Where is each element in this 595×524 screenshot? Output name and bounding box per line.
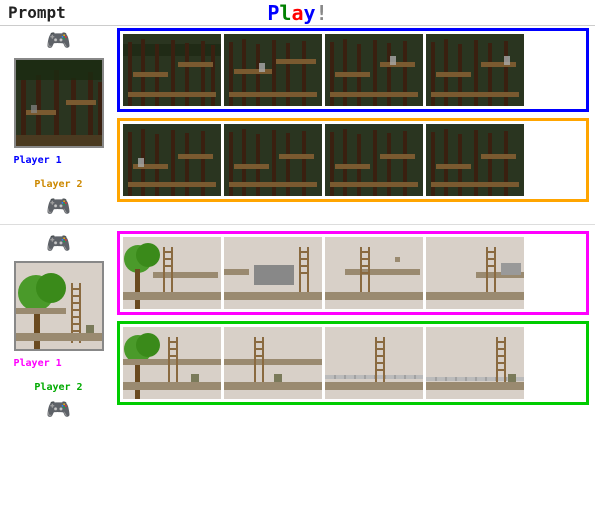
table-row bbox=[426, 124, 524, 196]
forest-frame-p2-1 bbox=[123, 124, 221, 196]
forest-section: 🎮 bbox=[0, 26, 595, 220]
section-divider bbox=[0, 224, 595, 225]
platform-frame-p1-2 bbox=[224, 237, 322, 309]
player2-frames-row bbox=[117, 118, 589, 202]
forest-preview-thumb bbox=[14, 58, 104, 148]
table-row bbox=[123, 237, 221, 309]
forest-preview-panel: 🎮 bbox=[6, 28, 111, 218]
play-y: y bbox=[304, 1, 316, 25]
forest-frames-panel bbox=[117, 28, 589, 218]
platform-preview-svg bbox=[16, 263, 104, 351]
forest-player1-label: Player 1 bbox=[14, 155, 62, 166]
forest-frame-p2-2 bbox=[224, 124, 322, 196]
platform-frame-p1-3 bbox=[325, 237, 423, 309]
table-row bbox=[426, 237, 524, 309]
forest-frame-p1-2 bbox=[224, 34, 322, 106]
platform-frame-p2-3 bbox=[325, 327, 423, 399]
forest-frame-p2-3 bbox=[325, 124, 423, 196]
platform-frames-panel bbox=[117, 231, 589, 421]
player1-frames-row bbox=[117, 28, 589, 112]
table-row bbox=[123, 327, 221, 399]
table-row bbox=[325, 34, 423, 106]
forest-frame-p1-4 bbox=[426, 34, 524, 106]
forest-player2-label: Player 2 bbox=[34, 179, 82, 190]
platform-player1-label: Player 1 bbox=[14, 358, 62, 369]
platform-player1-controller-top: 🎮 bbox=[46, 231, 71, 255]
platform-player1-label-area: Player 1 bbox=[14, 355, 104, 370]
play-ex: ! bbox=[316, 1, 328, 25]
player1-controller-top: 🎮 bbox=[46, 28, 71, 52]
table-row bbox=[224, 237, 322, 309]
platform-player2-label: Player 2 bbox=[34, 382, 82, 393]
platform-frame-p2-2 bbox=[224, 327, 322, 399]
platform-frame-p1-4 bbox=[426, 237, 524, 309]
platform-frame-p2-1 bbox=[123, 327, 221, 399]
play-p: P bbox=[267, 1, 279, 25]
platform-frame-p1-1 bbox=[123, 237, 221, 309]
play-label: Play! bbox=[267, 1, 327, 25]
table-row bbox=[224, 34, 322, 106]
platform-preview-thumb bbox=[14, 261, 104, 351]
table-row bbox=[325, 237, 423, 309]
forest-player1-label-area: Player 1 bbox=[14, 152, 104, 167]
forest-frame-p1-3 bbox=[325, 34, 423, 106]
forest-frame-p1-1 bbox=[123, 34, 221, 106]
table-row bbox=[123, 124, 221, 196]
table-row bbox=[426, 34, 524, 106]
play-a: a bbox=[291, 1, 303, 25]
table-row bbox=[224, 124, 322, 196]
table-row bbox=[426, 327, 524, 399]
player2-controller-bottom: 🎮 bbox=[46, 194, 71, 218]
table-row bbox=[325, 124, 423, 196]
table-row bbox=[224, 327, 322, 399]
header: Prompt Play! bbox=[0, 0, 595, 26]
prompt-label: Prompt bbox=[8, 3, 66, 22]
platform-frame-p2-4 bbox=[426, 327, 524, 399]
platform-section: 🎮 bbox=[0, 229, 595, 423]
table-row bbox=[123, 34, 221, 106]
platform-player1-frames-row bbox=[117, 231, 589, 315]
table-row bbox=[325, 327, 423, 399]
forest-frame-p2-4 bbox=[426, 124, 524, 196]
platform-player2-controller: 🎮 bbox=[46, 397, 71, 421]
forest-preview-svg bbox=[16, 60, 104, 148]
platform-preview-panel: 🎮 bbox=[6, 231, 111, 421]
platform-player2-frames-row bbox=[117, 321, 589, 405]
play-l: l bbox=[279, 1, 291, 25]
